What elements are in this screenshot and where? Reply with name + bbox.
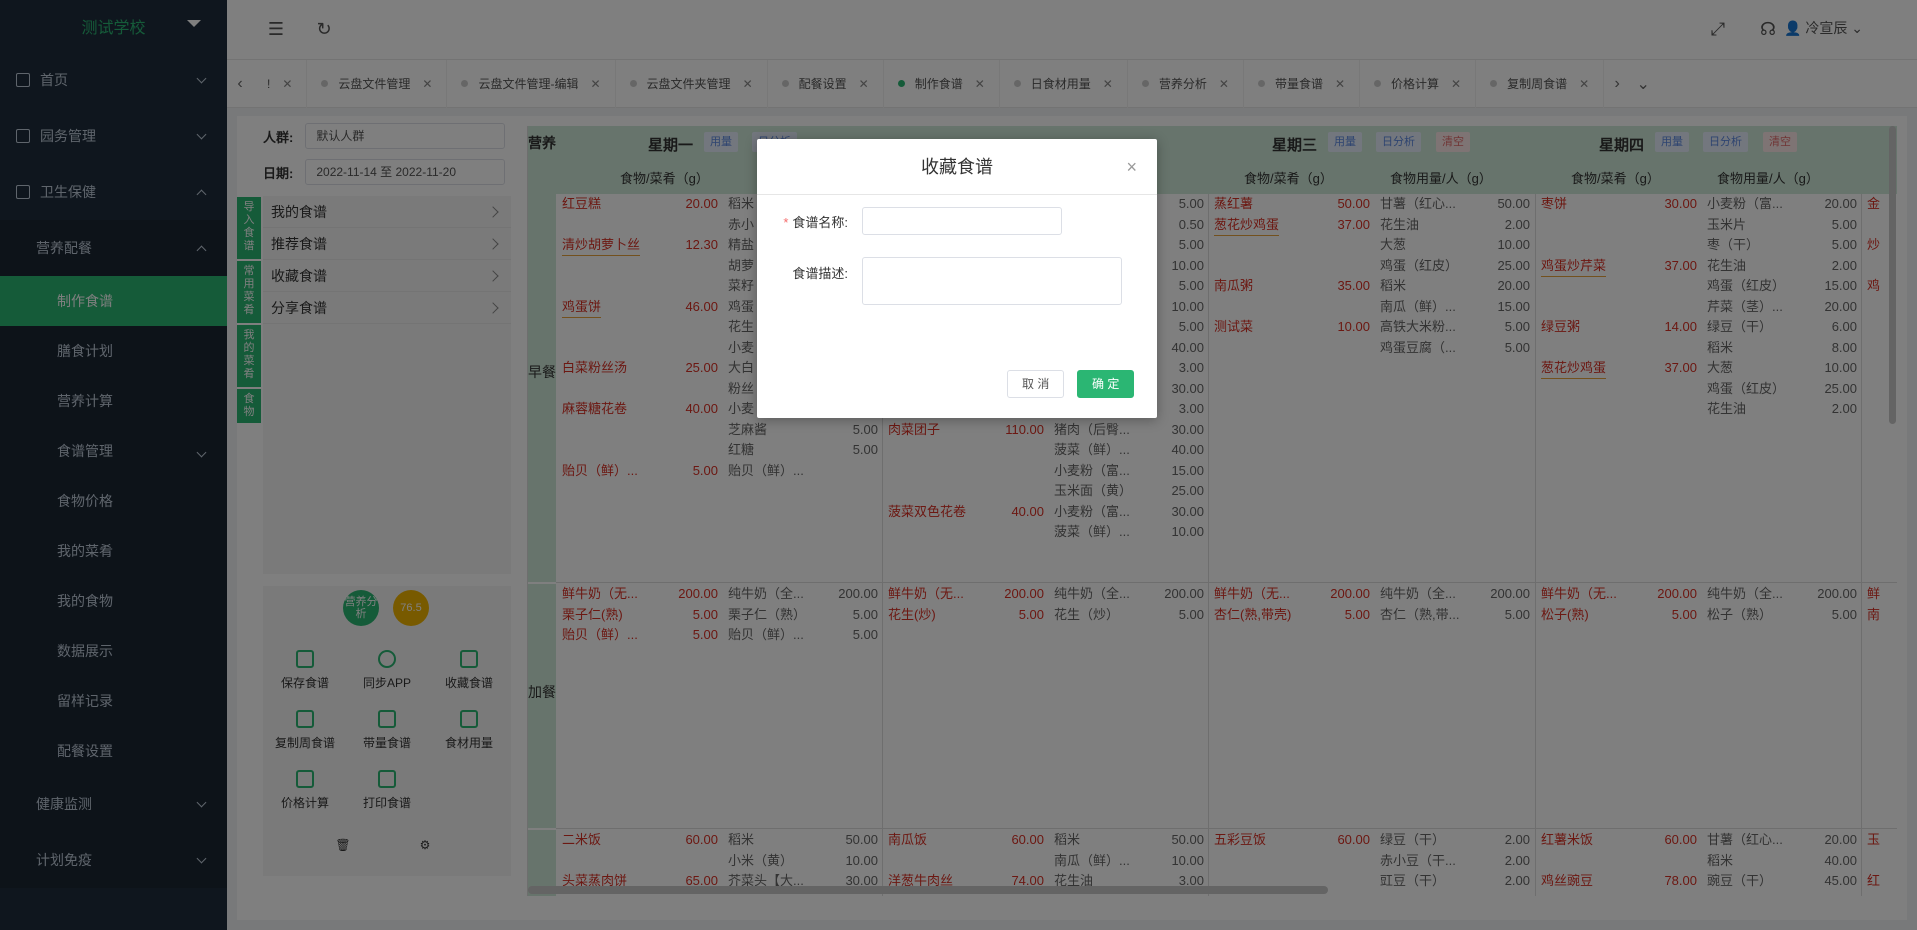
name-label: * 食谱名称: (757, 212, 862, 231)
dialog-title: 收藏食谱 (921, 157, 993, 177)
app-root: 测试学校 首页 园务管理 卫生保健 营养配餐 制作食谱 膳食计划 (0, 0, 1917, 930)
dialog-header: 收藏食谱 × (757, 139, 1157, 195)
recipe-name-input[interactable] (862, 207, 1062, 235)
favorite-recipe-dialog: 收藏食谱 × * 食谱名称: 食谱描述: 取 消 确 定 (757, 139, 1157, 418)
cancel-button[interactable]: 取 消 (1007, 370, 1065, 398)
recipe-desc-textarea[interactable] (862, 257, 1122, 305)
desc-label: 食谱描述: (792, 266, 848, 281)
required-mark: * (783, 214, 789, 230)
close-icon[interactable]: × (1126, 139, 1137, 195)
desc-row: 食谱描述: (757, 257, 1122, 305)
name-label-text: 食谱名称: (792, 214, 848, 230)
name-row: * 食谱名称: (757, 207, 1062, 235)
confirm-button[interactable]: 确 定 (1077, 370, 1135, 398)
